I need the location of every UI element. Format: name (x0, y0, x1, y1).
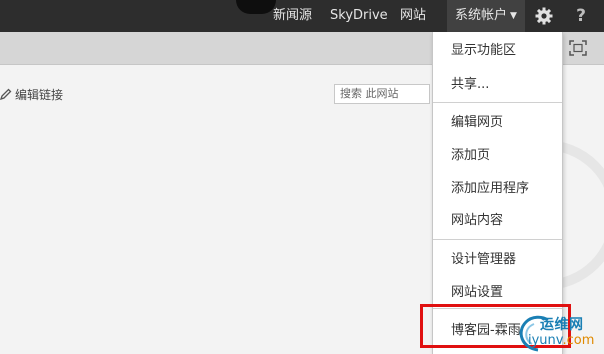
edit-links-link[interactable]: 编辑链接 (0, 87, 63, 103)
suite-bar-decoration (236, 0, 276, 14)
site-search-input[interactable]: 搜索 此网站 (334, 84, 430, 104)
pencil-icon (0, 88, 12, 100)
account-menu-button[interactable]: 系统帐户 ▼ (447, 0, 525, 32)
caret-down-icon: ▼ (510, 11, 517, 21)
help-icon[interactable]: ? (571, 6, 591, 26)
sites-link[interactable]: 网站 (400, 0, 426, 32)
menu-separator (433, 239, 562, 240)
edit-links-label: 编辑链接 (15, 88, 64, 102)
watermark-url-domain: .com (562, 333, 595, 348)
newsfeed-link[interactable]: 新闻源 (273, 0, 312, 32)
menu-item-add-app[interactable]: 添加应用程序 (433, 173, 562, 205)
watermark-url: iyunv.com (528, 333, 594, 348)
suite-bar: 新闻源 SkyDrive 网站 系统帐户 ▼ ? (0, 0, 604, 32)
watermark-title: 运维网 (540, 317, 584, 333)
menu-item-add-page[interactable]: 添加页 (433, 140, 562, 172)
account-label: 系统帐户 (455, 8, 508, 23)
focus-on-content-icon[interactable] (569, 40, 587, 56)
menu-item-show-ribbon[interactable]: 显示功能区 (433, 35, 562, 67)
menu-item-share[interactable]: 共享... (433, 69, 562, 101)
skydrive-link[interactable]: SkyDrive (330, 0, 388, 32)
watermark-url-name: iyunv (528, 333, 563, 348)
search-placeholder: 搜索 此网站 (340, 87, 399, 100)
menu-separator (433, 102, 562, 103)
gear-icon[interactable] (534, 6, 554, 26)
menu-item-edit-page[interactable]: 编辑网页 (433, 107, 562, 139)
menu-item-site-contents[interactable]: 网站内容 (433, 205, 562, 237)
menu-item-design-manager[interactable]: 设计管理器 (433, 244, 562, 276)
